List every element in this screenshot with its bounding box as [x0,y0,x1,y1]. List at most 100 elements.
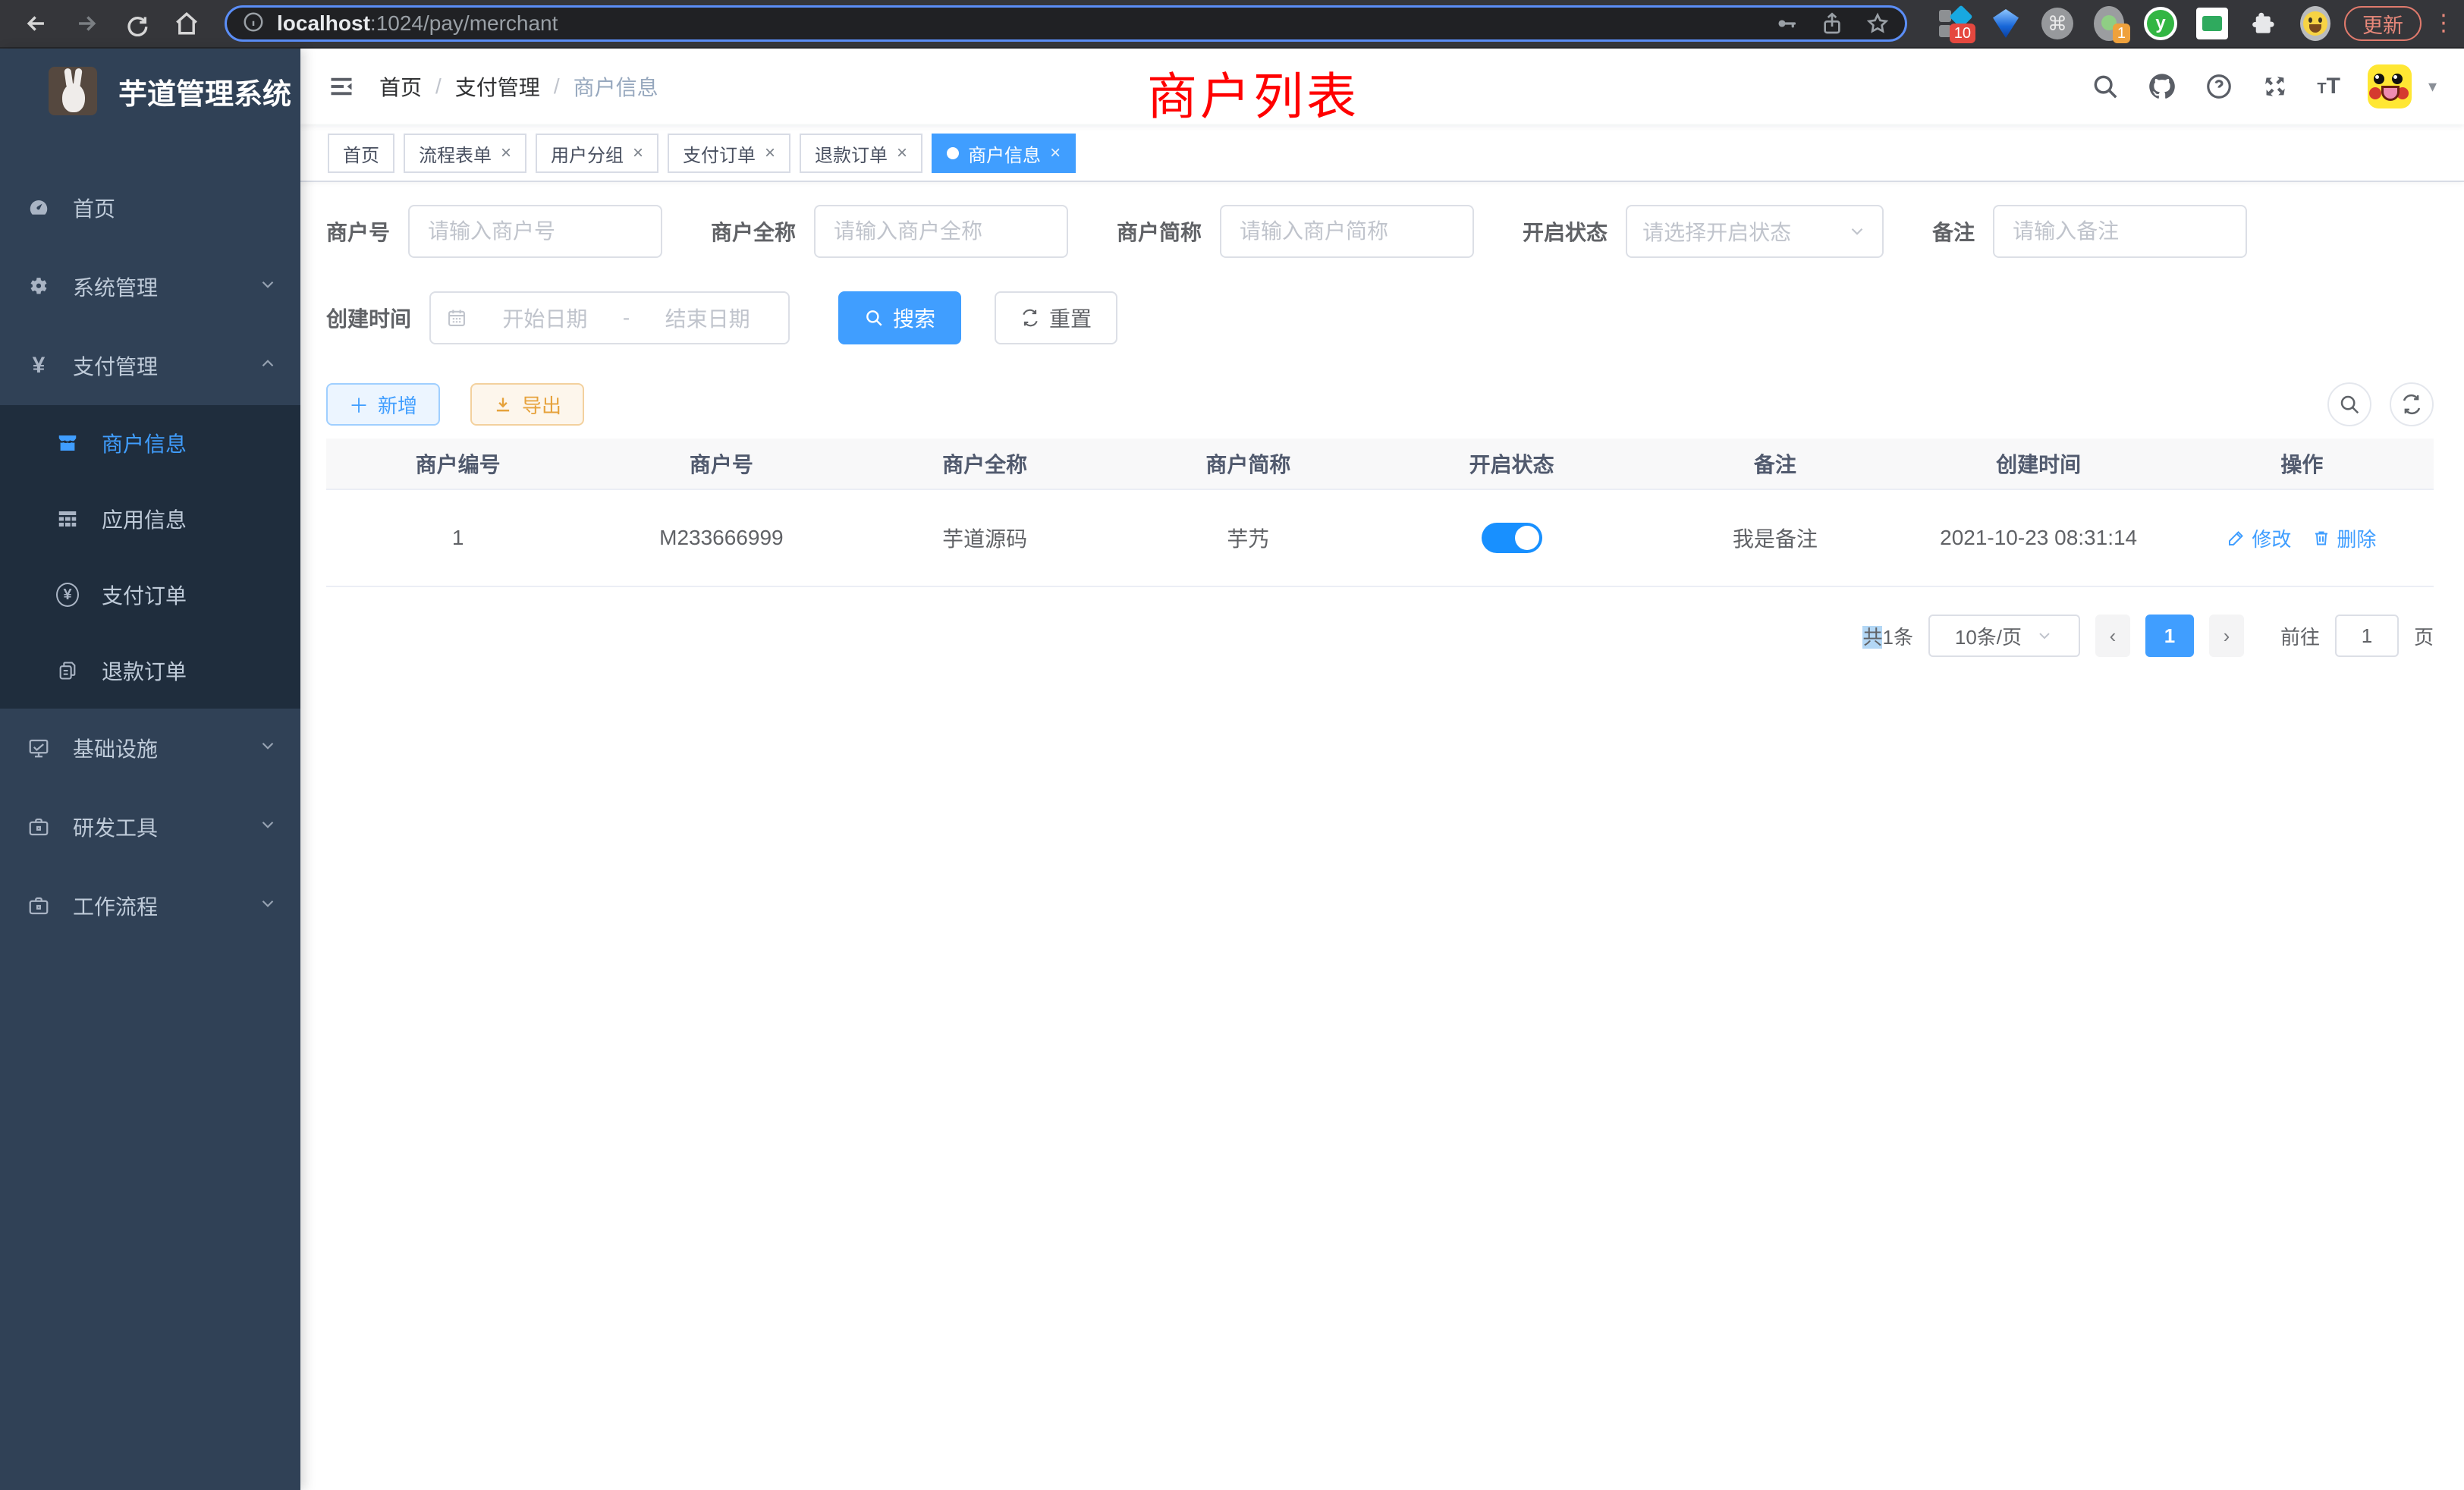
help-icon[interactable] [2205,72,2233,101]
logo-image [49,67,97,115]
chevron-down-icon [258,736,278,761]
site-info-icon[interactable] [242,11,265,37]
share-icon[interactable] [1820,11,1844,36]
briefcase-icon [27,816,50,838]
tab-pay-order[interactable]: 支付订单× [668,134,790,173]
shop-icon [56,432,79,454]
font-size-icon[interactable]: TT [2317,74,2340,99]
sidebar-item-merchant-info[interactable]: 商户信息 [0,405,300,481]
chevron-down-icon [258,275,278,300]
status-select[interactable]: 请选择开启状态 [1626,205,1884,258]
close-icon[interactable]: × [1050,143,1061,164]
status-toggle[interactable] [1482,523,1542,553]
page-content: 商户号 商户全称 商户简称 开启状态 请选择开启状态 备注 [300,182,2464,657]
browser-update-button[interactable]: 更新 [2344,6,2422,41]
table-row: 1 M233666999 芋道源码 芋艿 我是备注 2021-10-23 08:… [326,490,2434,586]
sidebar: 芋道管理系统 首页 系统管理 ¥ 支付管理 [0,49,300,1490]
refresh-icon [1020,308,1040,328]
start-date-placeholder: 开始日期 [479,303,611,333]
tab-user-group[interactable]: 用户分组× [536,134,658,173]
remark-input[interactable] [1993,205,2247,258]
browser-refresh-button[interactable] [117,4,156,43]
table-header: 商户编号 商户号 商户全称 商户简称 开启状态 备注 创建时间 操作 [326,439,2434,490]
tab-refund-order[interactable]: 退款订单× [800,134,922,173]
main-area: 首页 / 支付管理 / 商户信息 商户列表 TT [300,49,2464,1490]
breadcrumb-home[interactable]: 首页 [379,71,422,102]
short-name-input[interactable] [1220,205,1474,258]
extension-blob-icon[interactable]: 1 [2091,5,2127,42]
breadcrumb-current: 商户信息 [574,71,658,102]
filter-label-create-time: 创建时间 [326,303,411,333]
next-page-button[interactable]: › [2209,615,2244,657]
extensions-strip: 10 ⌘ 1 y [1925,5,2334,42]
sidebar-item-dev-tools[interactable]: 研发工具 [0,787,300,866]
create-time-range-picker[interactable]: 开始日期 - 结束日期 [429,291,790,344]
extension-gem-icon[interactable] [1988,5,2024,42]
github-icon[interactable] [2147,71,2177,102]
merchant-no-input[interactable] [408,205,662,258]
fullscreen-icon[interactable] [2261,72,2290,101]
prev-page-button[interactable]: ‹ [2095,615,2130,657]
reset-button[interactable]: 重置 [995,291,1117,344]
sidebar-item-workflow[interactable]: 工作流程 [0,866,300,945]
full-name-input[interactable] [814,205,1068,258]
page-number-1[interactable]: 1 [2145,615,2194,657]
app-logo[interactable]: 芋道管理系统 [0,49,300,134]
extension-command-icon[interactable]: ⌘ [2039,5,2076,42]
sidebar-item-pay-order[interactable]: ¥ 支付订单 [0,557,300,633]
yen-circle-icon: ¥ [56,583,79,607]
cell-short-name: 芋艿 [1117,490,1380,586]
url-text[interactable]: localhost:1024/pay/merchant [277,11,1762,36]
extension-emoji-avatar[interactable] [2297,5,2334,42]
sidebar-collapse-icon[interactable] [328,73,355,100]
extension-yudao-icon[interactable]: y [2142,5,2179,42]
tab-home[interactable]: 首页 [328,134,394,173]
close-icon[interactable]: × [765,143,775,164]
extension-workona-icon[interactable]: 10 [1936,5,1972,42]
password-key-icon[interactable] [1774,11,1799,36]
browser-back-button[interactable] [17,4,56,43]
address-bar[interactable]: localhost:1024/pay/merchant [225,5,1907,42]
browser-forward-button[interactable] [67,4,106,43]
close-icon[interactable]: × [633,143,643,164]
close-icon[interactable]: × [897,143,907,164]
edit-link[interactable]: 修改 [2227,524,2291,552]
monitor-chart-icon [27,737,50,759]
extension-chat-icon[interactable] [2194,5,2230,42]
user-avatar[interactable] [2368,64,2412,108]
add-button[interactable]: ＋ 新增 [326,383,440,426]
filter-label-status: 开启状态 [1523,216,1608,247]
sidebar-item-infra[interactable]: 基础设施 [0,709,300,787]
tab-merchant-info[interactable]: 商户信息× [932,134,1076,173]
cell-full-name: 芋道源码 [853,490,1117,586]
browser-home-button[interactable] [167,4,206,43]
sidebar-item-system[interactable]: 系统管理 [0,247,300,326]
delete-link[interactable]: 删除 [2312,524,2376,552]
export-button[interactable]: 导出 [470,383,584,426]
page-size-select[interactable]: 10条/页 [1928,615,2080,657]
gear-icon [27,275,50,298]
filter-label-remark: 备注 [1932,216,1975,247]
show-search-toggle-button[interactable] [2327,382,2371,426]
tab-process-form[interactable]: 流程表单× [404,134,526,173]
breadcrumb-pay[interactable]: 支付管理 [455,71,540,102]
avatar-caret-icon[interactable]: ▾ [2428,77,2437,96]
top-navbar: 首页 / 支付管理 / 商户信息 商户列表 TT [300,49,2464,124]
refresh-table-button[interactable] [2390,382,2434,426]
browser-menu-icon[interactable]: ⋮ [2432,17,2447,30]
documents-icon [56,660,79,681]
search-icon[interactable] [2091,72,2120,101]
sidebar-item-app-info[interactable]: 应用信息 [0,481,300,557]
chevron-down-icon [258,815,278,840]
sidebar-item-pay[interactable]: ¥ 支付管理 [0,326,300,405]
sidebar-item-home[interactable]: 首页 [0,168,300,247]
chevron-down-icon [1847,222,1867,241]
bookmark-star-icon[interactable] [1865,11,1890,36]
filter-label-short-name: 商户简称 [1117,216,1202,247]
sidebar-item-refund-order[interactable]: 退款订单 [0,633,300,709]
goto-page-input[interactable] [2335,615,2399,657]
filter-label-full-name: 商户全称 [711,216,796,247]
search-button[interactable]: 搜索 [838,291,961,344]
extensions-puzzle-icon[interactable] [2246,5,2282,42]
close-icon[interactable]: × [501,143,511,164]
